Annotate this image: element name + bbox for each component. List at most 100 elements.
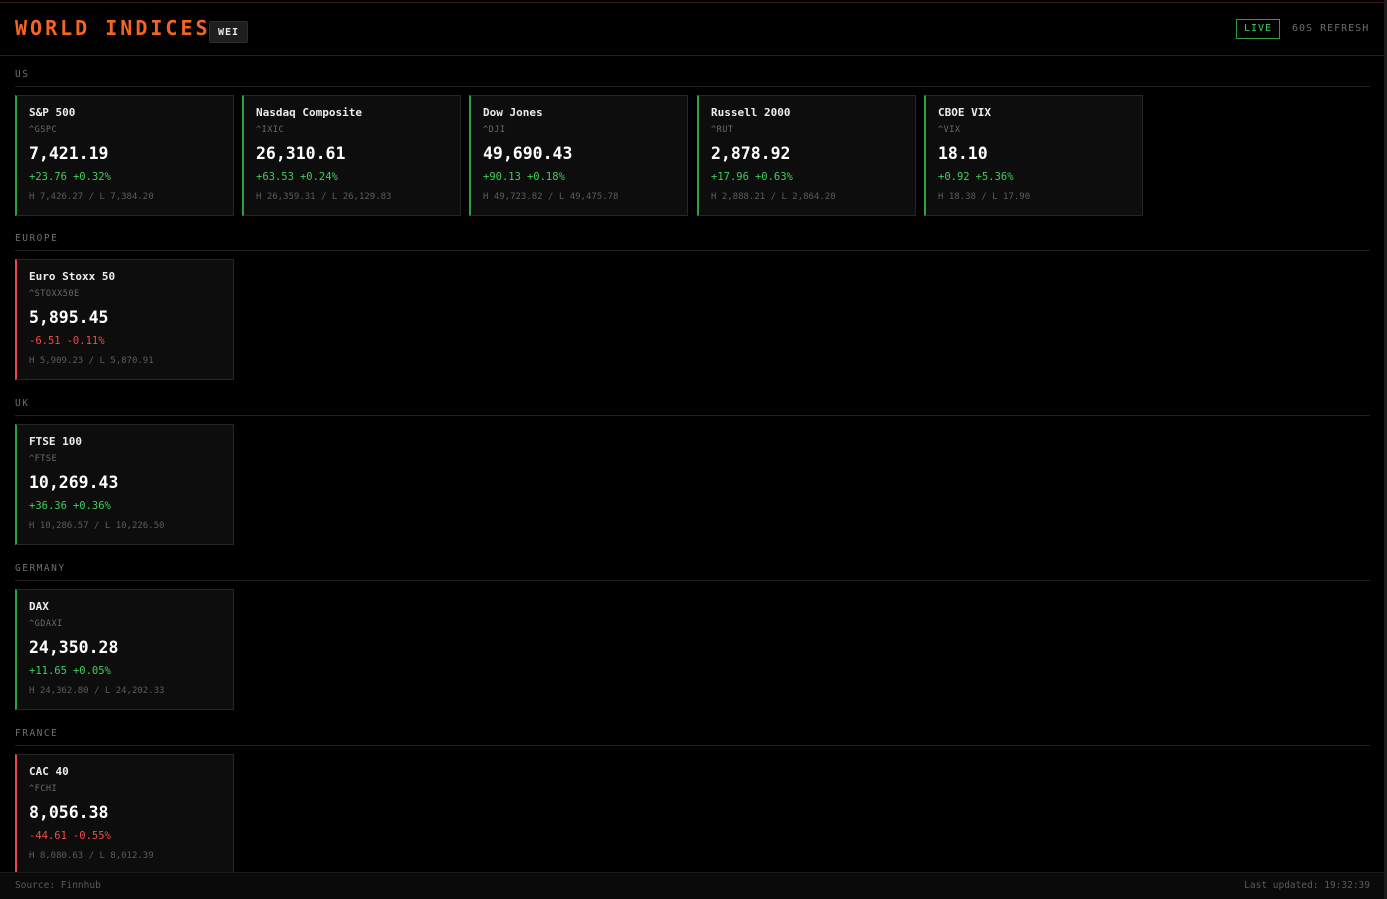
section-europe: EUROPE Euro Stoxx 50 ^STOXX50E 5,895.45 …	[15, 233, 1370, 380]
index-card-sp500[interactable]: S&P 500 ^GSPC 7,421.19 +23.76 +0.32% H 7,…	[15, 95, 234, 216]
section-divider	[15, 415, 1370, 416]
refresh-interval-label: 60S REFRESH	[1292, 23, 1370, 34]
index-day-range: H 49,723.82 / L 49,475.78	[483, 192, 619, 202]
footer-bar: Source: Finnhub Last updated: 19:32:39	[0, 872, 1387, 899]
change-value: +23.76	[29, 171, 67, 183]
index-card-cac-40[interactable]: CAC 40 ^FCHI 8,056.38 -44.61 -0.55% H 8,0…	[15, 754, 234, 875]
index-symbol: ^GSPC	[29, 125, 58, 135]
index-card-euro-stoxx-50[interactable]: Euro Stoxx 50 ^STOXX50E 5,895.45 -6.51 -0…	[15, 259, 234, 380]
index-change: +90.13 +0.18%	[483, 171, 565, 184]
index-card-russell-2000[interactable]: Russell 2000 ^RUT 2,878.92 +17.96 +0.63% …	[697, 95, 916, 216]
index-price: 2,878.92	[711, 144, 791, 163]
index-card-cboe-vix[interactable]: CBOE VIX ^VIX 18.10 +0.92 +5.36% H 18.38 …	[924, 95, 1143, 216]
change-value: +90.13	[483, 171, 521, 183]
index-card-list: S&P 500 ^GSPC 7,421.19 +23.76 +0.32% H 7,…	[15, 95, 1370, 216]
section-divider	[15, 580, 1370, 581]
index-day-range: H 8,080.63 / L 8,012.39	[29, 851, 154, 861]
index-price: 10,269.43	[29, 473, 119, 492]
change-percent: -0.55%	[72, 830, 111, 842]
index-change: +11.65 +0.05%	[29, 665, 111, 678]
header-bar: WORLD INDICES WEI LIVE 60S REFRESH	[0, 3, 1387, 56]
section-title: FRANCE	[15, 728, 59, 739]
index-day-range: H 10,286.57 / L 10,226.50	[29, 521, 165, 531]
index-name: CAC 40	[29, 765, 69, 778]
change-percent: +0.36%	[72, 500, 111, 512]
index-symbol: ^GDAXI	[29, 619, 63, 629]
index-symbol: ^RUT	[711, 125, 734, 135]
change-percent: +0.24%	[299, 171, 338, 183]
change-percent: -0.11%	[66, 335, 105, 347]
index-symbol: ^IXIC	[256, 125, 285, 135]
index-day-range: H 5,909.23 / L 5,870.91	[29, 356, 154, 366]
index-change: +17.96 +0.63%	[711, 171, 793, 184]
index-day-range: H 2,888.21 / L 2,864.20	[711, 192, 836, 202]
change-value: +11.65	[29, 665, 67, 677]
index-change: +63.53 +0.24%	[256, 171, 338, 184]
index-name: Dow Jones	[483, 106, 543, 119]
data-source-label: Source: Finnhub	[15, 880, 101, 891]
index-change: +36.36 +0.36%	[29, 500, 111, 513]
index-card-ftse-100[interactable]: FTSE 100 ^FTSE 10,269.43 +36.36 +0.36% H …	[15, 424, 234, 545]
index-name: FTSE 100	[29, 435, 82, 448]
index-price: 18.10	[938, 144, 988, 163]
index-name: S&P 500	[29, 106, 76, 119]
section-divider	[15, 86, 1370, 87]
change-percent: +0.32%	[72, 171, 111, 183]
index-price: 7,421.19	[29, 144, 109, 163]
section-title: US	[15, 69, 30, 80]
index-change: +0.92 +5.36%	[938, 171, 1014, 184]
index-day-range: H 24,362.80 / L 24,202.33	[29, 686, 165, 696]
change-percent: +0.05%	[72, 665, 111, 677]
index-card-list: FTSE 100 ^FTSE 10,269.43 +36.36 +0.36% H …	[15, 424, 1370, 545]
index-symbol: ^VIX	[938, 125, 961, 135]
world-indices-app: WORLD INDICES WEI LIVE 60S REFRESH US S&…	[0, 0, 1387, 899]
section-divider	[15, 250, 1370, 251]
index-symbol: ^STOXX50E	[29, 289, 80, 299]
index-price: 5,895.45	[29, 308, 109, 327]
index-symbol: ^DJI	[483, 125, 506, 135]
change-percent: +5.36%	[975, 171, 1014, 183]
index-card-dax[interactable]: DAX ^GDAXI 24,350.28 +11.65 +0.05% H 24,3…	[15, 589, 234, 710]
index-name: Nasdaq Composite	[256, 106, 362, 119]
index-price: 49,690.43	[483, 144, 573, 163]
index-day-range: H 7,426.27 / L 7,384.20	[29, 192, 154, 202]
live-status-badge: LIVE	[1236, 19, 1281, 39]
change-percent: +0.18%	[526, 171, 565, 183]
index-price: 26,310.61	[256, 144, 346, 163]
index-price: 8,056.38	[29, 803, 109, 822]
change-percent: +0.63%	[754, 171, 793, 183]
last-updated-label: Last updated: 19:32:39	[1244, 880, 1370, 891]
index-change: -44.61 -0.55%	[29, 830, 111, 843]
index-name: CBOE VIX	[938, 106, 991, 119]
index-name: DAX	[29, 600, 49, 613]
index-card-dow-jones[interactable]: Dow Jones ^DJI 49,690.43 +90.13 +0.18% H …	[469, 95, 688, 216]
change-value: -6.51	[29, 335, 61, 347]
index-card-list: DAX ^GDAXI 24,350.28 +11.65 +0.05% H 24,3…	[15, 589, 1370, 710]
change-value: +0.92	[938, 171, 970, 183]
section-title: EUROPE	[15, 233, 59, 244]
index-change: -6.51 -0.11%	[29, 335, 105, 348]
wei-badge: WEI	[209, 21, 249, 43]
change-value: +63.53	[256, 171, 294, 183]
section-us: US S&P 500 ^GSPC 7,421.19 +23.76 +0.32% H…	[15, 69, 1370, 216]
index-card-list: Euro Stoxx 50 ^STOXX50E 5,895.45 -6.51 -0…	[15, 259, 1370, 380]
index-symbol: ^FCHI	[29, 784, 58, 794]
index-day-range: H 26,359.31 / L 26,129.83	[256, 192, 392, 202]
section-france: FRANCE CAC 40 ^FCHI 8,056.38 -44.61 -0.55…	[15, 728, 1370, 875]
index-price: 24,350.28	[29, 638, 119, 657]
section-title: GERMANY	[15, 563, 66, 574]
section-title: UK	[15, 398, 30, 409]
section-germany: GERMANY DAX ^GDAXI 24,350.28 +11.65 +0.05…	[15, 563, 1370, 710]
page-title: WORLD INDICES	[15, 16, 211, 40]
index-name: Euro Stoxx 50	[29, 270, 116, 283]
section-divider	[15, 745, 1370, 746]
change-value: +17.96	[711, 171, 749, 183]
change-value: -44.61	[29, 830, 67, 842]
index-symbol: ^FTSE	[29, 454, 58, 464]
index-change: +23.76 +0.32%	[29, 171, 111, 184]
index-card-list: CAC 40 ^FCHI 8,056.38 -44.61 -0.55% H 8,0…	[15, 754, 1370, 875]
section-uk: UK FTSE 100 ^FTSE 10,269.43 +36.36 +0.36%…	[15, 398, 1370, 545]
index-card-nasdaq[interactable]: Nasdaq Composite ^IXIC 26,310.61 +63.53 +…	[242, 95, 461, 216]
change-value: +36.36	[29, 500, 67, 512]
index-name: Russell 2000	[711, 106, 791, 119]
